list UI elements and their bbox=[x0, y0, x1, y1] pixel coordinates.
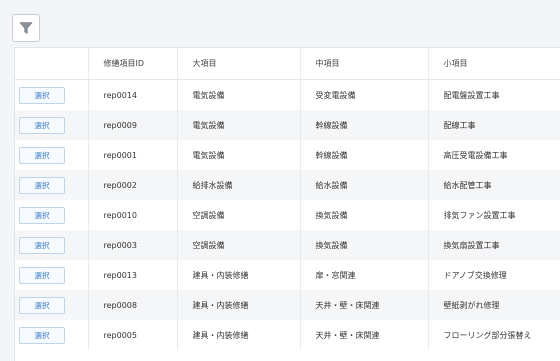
repair-items-table-panel: 修繕項目ID 大項目 中項目 小項目 選択 rep0014 電気設備 受変電設備… bbox=[14, 47, 560, 361]
filter-icon bbox=[19, 22, 33, 35]
table-row: 選択 rep0003 空調設備 換気設備 換気扇設置工事 bbox=[15, 230, 560, 260]
cell-major: 空調設備 bbox=[176, 200, 300, 230]
table-row: 選択 rep0013 建具・内装修繕 扉・窓関連 ドアノブ交換修理 bbox=[15, 260, 560, 290]
cell-id: rep0014 bbox=[87, 79, 177, 110]
cell-minor: 配電盤設置工事 bbox=[427, 79, 560, 110]
select-button[interactable]: 選択 bbox=[19, 266, 65, 284]
table-row: 選択 rep0005 建具・内装修繕 天井・壁・床関連 フローリング部分張替え bbox=[15, 320, 560, 350]
cell-middle: 天井・壁・床関連 bbox=[299, 320, 428, 350]
cell-id: rep0003 bbox=[87, 230, 177, 260]
cell-id: rep0002 bbox=[87, 170, 177, 200]
cell-middle: 換気設備 bbox=[299, 230, 428, 260]
table-row: 選択 rep0009 電気設備 幹線設備 配線工事 bbox=[15, 110, 560, 140]
cell-major: 給排水設備 bbox=[176, 170, 300, 200]
header-minor-category[interactable]: 小項目 bbox=[427, 48, 560, 80]
table-row: 選択 rep0014 電気設備 受変電設備 配電盤設置工事 bbox=[15, 79, 560, 110]
select-button[interactable]: 選択 bbox=[19, 146, 65, 164]
table-row: 選択 rep0008 建具・内装修繕 天井・壁・床関連 壁紙剥がれ修理 bbox=[15, 290, 560, 320]
cell-major: 電気設備 bbox=[176, 140, 300, 170]
select-button[interactable]: 選択 bbox=[19, 236, 65, 254]
select-button[interactable]: 選択 bbox=[19, 86, 65, 104]
cell-id: rep0009 bbox=[87, 110, 177, 140]
cell-minor: 給水配管工事 bbox=[427, 170, 560, 200]
cell-minor: 排気ファン設置工事 bbox=[427, 200, 560, 230]
cell-middle: 給水設備 bbox=[299, 170, 428, 200]
header-middle-category[interactable]: 中項目 bbox=[299, 48, 428, 80]
header-major-category[interactable]: 大項目 bbox=[176, 48, 300, 80]
select-button[interactable]: 選択 bbox=[19, 176, 65, 194]
cell-middle: 換気設備 bbox=[299, 200, 428, 230]
table-row: 選択 rep0002 給排水設備 給水設備 給水配管工事 bbox=[15, 170, 560, 200]
table-header-row: 修繕項目ID 大項目 中項目 小項目 bbox=[15, 48, 560, 80]
cell-minor: 壁紙剥がれ修理 bbox=[427, 290, 560, 320]
table-row: 選択 rep0001 電気設備 幹線設備 高圧受電設備工事 bbox=[15, 140, 560, 170]
cell-id: rep0008 bbox=[87, 290, 177, 320]
select-button[interactable]: 選択 bbox=[19, 206, 65, 224]
header-repair-item-id[interactable]: 修繕項目ID bbox=[87, 48, 177, 80]
cell-minor: 配線工事 bbox=[427, 110, 560, 140]
header-select bbox=[15, 48, 88, 80]
cell-id: rep0013 bbox=[87, 260, 177, 290]
cell-major: 建具・内装修繕 bbox=[176, 260, 300, 290]
select-button[interactable]: 選択 bbox=[19, 116, 65, 134]
cell-minor: ドアノブ交換修理 bbox=[427, 260, 560, 290]
cell-major: 電気設備 bbox=[176, 110, 300, 140]
cell-minor: フローリング部分張替え bbox=[427, 320, 560, 350]
cell-middle: 幹線設備 bbox=[299, 140, 428, 170]
repair-items-table: 修繕項目ID 大項目 中項目 小項目 選択 rep0014 電気設備 受変電設備… bbox=[15, 48, 560, 350]
cell-major: 建具・内装修繕 bbox=[176, 290, 300, 320]
filter-button[interactable] bbox=[12, 14, 40, 42]
cell-middle: 受変電設備 bbox=[299, 79, 428, 110]
cell-major: 電気設備 bbox=[176, 79, 300, 110]
cell-middle: 扉・窓関連 bbox=[299, 260, 428, 290]
cell-id: rep0010 bbox=[87, 200, 177, 230]
cell-middle: 幹線設備 bbox=[299, 110, 428, 140]
cell-id: rep0001 bbox=[87, 140, 177, 170]
table-row: 選択 rep0010 空調設備 換気設備 排気ファン設置工事 bbox=[15, 200, 560, 230]
cell-middle: 天井・壁・床関連 bbox=[299, 290, 428, 320]
cell-major: 空調設備 bbox=[176, 230, 300, 260]
cell-minor: 換気扇設置工事 bbox=[427, 230, 560, 260]
cell-minor: 高圧受電設備工事 bbox=[427, 140, 560, 170]
select-button[interactable]: 選択 bbox=[19, 326, 65, 344]
select-button[interactable]: 選択 bbox=[19, 296, 65, 314]
cell-major: 建具・内装修繕 bbox=[176, 320, 300, 350]
cell-id: rep0005 bbox=[87, 320, 177, 350]
toolbar bbox=[0, 0, 560, 44]
